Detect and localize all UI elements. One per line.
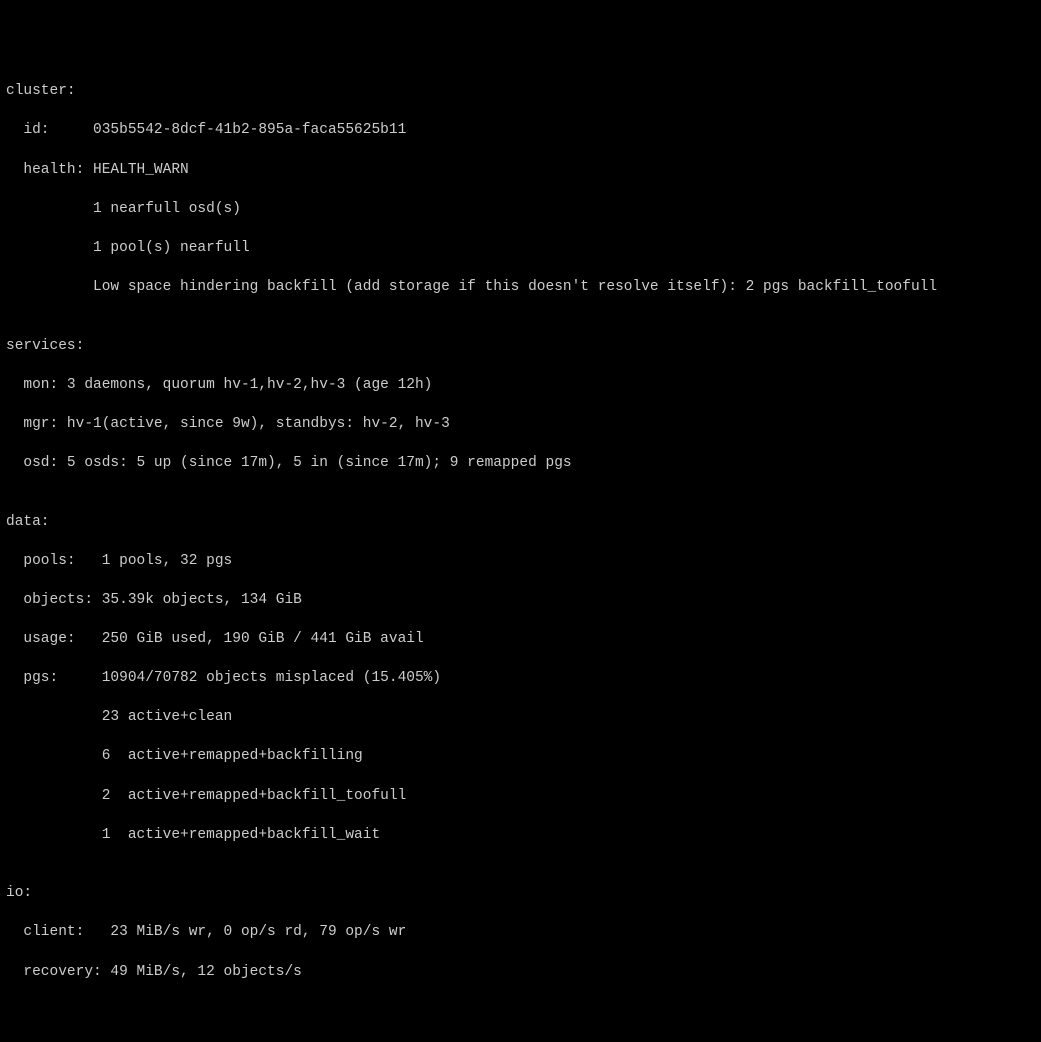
pgs-remapped-backfilling: 6 active+remapped+backfilling	[6, 747, 1035, 767]
data-objects: objects: 35.39k objects, 134 GiB	[6, 591, 1035, 611]
cluster-id-label: id:	[6, 122, 93, 138]
pgs-active-clean: 23 active+clean	[6, 708, 1035, 728]
pgs-remapped-backfill-toofull: 2 active+remapped+backfill_toofull	[6, 787, 1035, 807]
cluster-id-value: 035b5542-8dcf-41b2-895a-faca55625b11	[93, 122, 406, 138]
io-recovery: recovery: 49 MiB/s, 12 objects/s	[6, 963, 1035, 983]
cluster-health-line: health: HEALTH_WARN	[6, 161, 1035, 181]
io-header: io:	[6, 884, 1035, 904]
cluster-health-value: HEALTH_WARN	[93, 162, 189, 178]
health-nearfull-osd: 1 nearfull osd(s)	[6, 200, 1035, 220]
io-client: client: 23 MiB/s wr, 0 op/s rd, 79 op/s …	[6, 923, 1035, 943]
data-pools: pools: 1 pools, 32 pgs	[6, 552, 1035, 572]
health-nearfull-pool: 1 pool(s) nearfull	[6, 239, 1035, 259]
data-pgs-summary: pgs: 10904/70782 objects misplaced (15.4…	[6, 669, 1035, 689]
health-backfill-warning: Low space hindering backfill (add storag…	[6, 278, 1035, 298]
services-mon: mon: 3 daemons, quorum hv-1,hv-2,hv-3 (a…	[6, 376, 1035, 396]
cluster-header: cluster:	[6, 82, 1035, 102]
cluster-id-line: id: 035b5542-8dcf-41b2-895a-faca55625b11	[6, 121, 1035, 141]
data-header: data:	[6, 513, 1035, 533]
services-osd: osd: 5 osds: 5 up (since 17m), 5 in (sin…	[6, 454, 1035, 474]
pgs-remapped-backfill-wait: 1 active+remapped+backfill_wait	[6, 826, 1035, 846]
services-mgr: mgr: hv-1(active, since 9w), standbys: h…	[6, 415, 1035, 435]
cluster-health-label: health:	[6, 162, 93, 178]
services-header: services:	[6, 337, 1035, 357]
data-usage: usage: 250 GiB used, 190 GiB / 441 GiB a…	[6, 630, 1035, 650]
